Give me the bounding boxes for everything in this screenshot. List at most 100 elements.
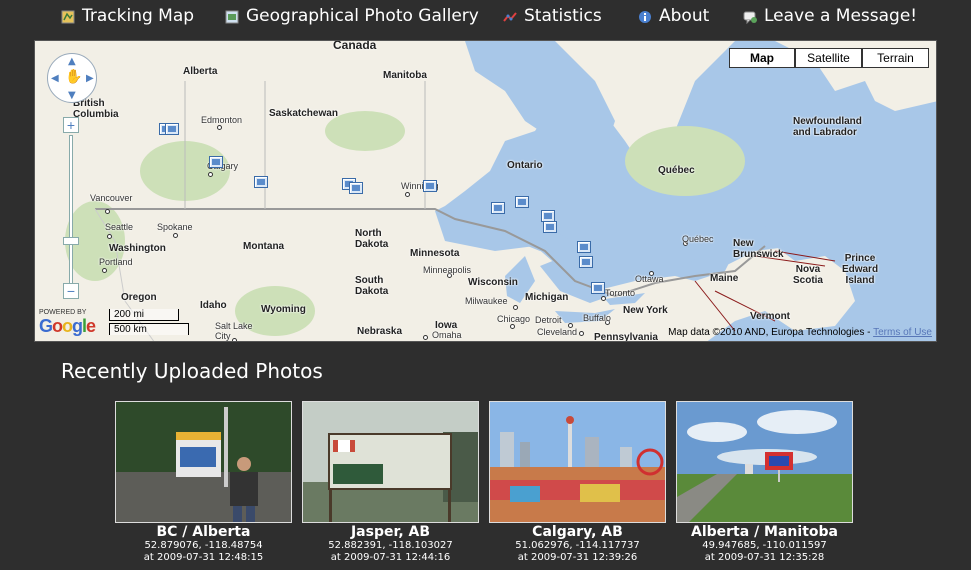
photo-thumbnail[interactable] xyxy=(302,401,479,523)
map-label-region: British Columbia xyxy=(73,98,119,120)
map-label-region: North Dakota xyxy=(355,228,389,250)
city-dot xyxy=(217,125,222,130)
scale-km: 500 km xyxy=(109,323,189,335)
zoom-slider-track[interactable] xyxy=(69,135,73,287)
photo-marker[interactable] xyxy=(165,123,179,135)
map-label-region: Maine xyxy=(710,273,739,284)
nav-leave-message[interactable]: Leave a Message! xyxy=(743,5,917,27)
city-dot xyxy=(579,331,584,336)
photo-marker[interactable] xyxy=(591,282,605,294)
terms-of-use-link[interactable]: Terms of Use xyxy=(873,327,932,338)
photo-title[interactable]: Alberta / Manitoba xyxy=(676,524,853,540)
map-label-city: Québec xyxy=(682,234,714,244)
pan-down-icon[interactable]: ▼ xyxy=(68,90,76,101)
map-icon xyxy=(61,9,75,24)
nav-tracking-map[interactable]: Tracking Map xyxy=(61,5,194,27)
photo-thumbnail[interactable] xyxy=(676,401,853,523)
photo-marker[interactable] xyxy=(577,241,591,253)
zoom-out-button[interactable]: − xyxy=(63,283,79,299)
map-label-region: Ontario xyxy=(507,160,543,171)
map-label-region: New Brunswick xyxy=(733,238,784,260)
city-dot xyxy=(513,305,518,310)
map-attribution: Map data ©2010 AND, Europa Technologies … xyxy=(668,327,932,338)
map-label-region: Michigan xyxy=(525,292,569,303)
map-label-city: Spokane xyxy=(157,222,193,232)
map-label-region: Manitoba xyxy=(383,70,427,81)
photo-marker[interactable] xyxy=(209,156,223,168)
photo-time: at 2009-07-31 12:35:28 xyxy=(704,552,825,563)
map-type-map-button[interactable]: Map xyxy=(729,48,795,68)
map-label-region: Québec xyxy=(658,165,695,176)
map-label-city: Buffalo xyxy=(583,313,611,323)
map-label-city: Vancouver xyxy=(90,193,133,203)
map-label-region: Wyoming xyxy=(261,304,306,315)
nav-photo-gallery[interactable]: Geographical Photo Gallery xyxy=(225,5,479,27)
pan-left-icon[interactable]: ◀ xyxy=(51,73,59,84)
nav-statistics[interactable]: Statistics xyxy=(503,5,602,27)
map-label-region: Pennsylvania xyxy=(594,332,658,342)
photo-thumbnail[interactable] xyxy=(489,401,666,523)
google-logo[interactable]: POWERED BY Google xyxy=(39,309,96,337)
city-dot xyxy=(510,324,515,329)
photo-thumbnail[interactable] xyxy=(115,401,292,523)
pan-control[interactable]: ▲ ▼ ◀ ▶ ✋ xyxy=(47,53,97,103)
map-label-region: Minnesota xyxy=(410,248,460,259)
nav-label: About xyxy=(659,6,710,26)
map-label-city: Detroit xyxy=(535,315,562,325)
map-label-city: Milwaukee xyxy=(465,296,508,306)
map-label-city: Portland xyxy=(99,257,133,267)
pan-up-icon[interactable]: ▲ xyxy=(68,56,76,67)
photo-coords: 52.879076, -118.48754 xyxy=(144,540,263,551)
map-label-region: Newfoundland and Labrador xyxy=(793,116,862,138)
nav-label: Leave a Message! xyxy=(764,6,918,26)
photo-marker[interactable] xyxy=(579,256,593,268)
map-label-city: Cleveland xyxy=(537,327,578,337)
photo-card[interactable]: Calgary, AB 51.062976, -114.117737 at 20… xyxy=(489,401,666,564)
photo-marker[interactable] xyxy=(349,182,363,194)
photo-title[interactable]: Calgary, AB xyxy=(489,524,666,540)
zoom-slider-handle[interactable] xyxy=(63,237,79,245)
scale-miles: 200 mi xyxy=(109,309,179,321)
city-dot xyxy=(102,268,107,273)
attribution-text: Map data ©2010 AND, Europa Technologies … xyxy=(668,327,871,338)
photo-marker[interactable] xyxy=(515,196,529,208)
map-label-city: Seattle xyxy=(105,222,134,232)
map-label-region: Vermont xyxy=(750,311,791,322)
map-label-region: South Dakota xyxy=(355,275,389,297)
map-label-region: Montana xyxy=(243,241,285,252)
photo-time: at 2009-07-31 12:44:16 xyxy=(330,552,451,563)
map-label-region: Nova Scotia xyxy=(792,264,823,286)
photo-marker[interactable] xyxy=(254,176,268,188)
tracking-map[interactable]: Canada Alberta Manitoba British Columbia… xyxy=(34,40,937,342)
photo-marker[interactable] xyxy=(543,221,557,233)
city-dot xyxy=(105,209,110,214)
photo-coords: 51.062976, -114.117737 xyxy=(515,540,640,551)
city-dot xyxy=(423,335,428,340)
photo-card[interactable]: Jasper, AB 52.882391, -118.103027 at 200… xyxy=(302,401,479,564)
photo-title[interactable]: BC / Alberta xyxy=(115,524,292,540)
map-label-city: Chicago xyxy=(497,314,531,324)
photo-marker[interactable] xyxy=(491,202,505,214)
map-type-satellite-button[interactable]: Satellite xyxy=(795,48,862,68)
nav-label: Statistics xyxy=(524,6,602,26)
map-label-city: Toronto xyxy=(605,288,636,298)
photo-title[interactable]: Jasper, AB xyxy=(302,524,479,540)
nav-about[interactable]: About xyxy=(638,5,709,27)
photo-card[interactable]: Alberta / Manitoba 49.947685, -110.01159… xyxy=(676,401,853,564)
recent-photos-heading: Recently Uploaded Photos xyxy=(61,359,323,383)
chart-icon xyxy=(503,9,517,23)
map-label-region: Alberta xyxy=(183,66,218,77)
zoom-in-button[interactable]: + xyxy=(63,117,79,133)
photo-marker[interactable] xyxy=(423,180,437,192)
photo-time: at 2009-07-31 12:39:26 xyxy=(517,552,638,563)
photo-card[interactable]: BC / Alberta 52.879076, -118.48754 at 20… xyxy=(115,401,292,564)
message-icon xyxy=(743,9,757,25)
pan-right-icon[interactable]: ▶ xyxy=(86,73,94,84)
map-type-terrain-button[interactable]: Terrain xyxy=(862,48,929,68)
hand-icon: ✋ xyxy=(65,69,83,85)
photo-coords: 52.882391, -118.103027 xyxy=(328,540,453,551)
nav-label: Geographical Photo Gallery xyxy=(246,6,479,26)
map-type-control: Map Satellite Terrain xyxy=(729,48,929,68)
map-label-city: Salt Lake City xyxy=(215,321,253,341)
map-label-region: Saskatchewan xyxy=(269,108,338,119)
